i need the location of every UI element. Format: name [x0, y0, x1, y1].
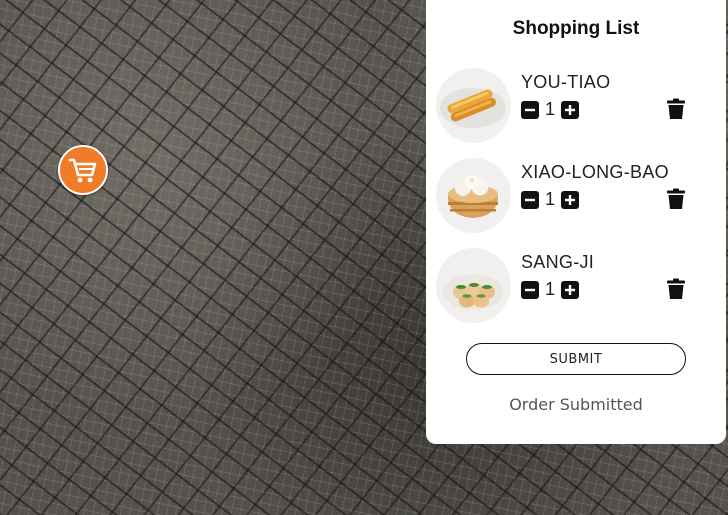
quantity-value: 1	[544, 99, 555, 119]
trash-icon[interactable]	[666, 278, 686, 300]
trash-icon[interactable]	[666, 188, 686, 210]
trash-icon[interactable]	[666, 98, 686, 120]
item-name: SANG-JI	[521, 252, 595, 272]
quantity-stepper: 1	[521, 99, 579, 120]
cart-button[interactable]	[58, 145, 108, 195]
submit-button[interactable]: SUBMIT	[466, 343, 686, 375]
minus-icon[interactable]	[521, 280, 539, 299]
sangji-image	[436, 248, 511, 323]
list-item: XIAO-LONG-BAO 1	[436, 158, 721, 238]
quantity-value: 1	[544, 189, 555, 209]
plus-icon[interactable]	[561, 100, 579, 119]
plus-icon[interactable]	[561, 190, 579, 209]
list-item: SANG-JI 1	[436, 248, 721, 328]
plus-icon[interactable]	[561, 280, 579, 299]
quantity-value: 1	[544, 279, 555, 299]
minus-icon[interactable]	[521, 100, 539, 119]
shopping-cart-icon	[68, 158, 97, 183]
xiaolongbao-image	[436, 158, 511, 233]
item-name: XIAO-LONG-BAO	[521, 162, 669, 182]
youtiao-image	[436, 68, 511, 143]
quantity-stepper: 1	[521, 189, 579, 210]
panel-title: Shopping List	[512, 18, 640, 39]
item-name: YOU-TIAO	[521, 72, 611, 92]
list-item: YOU-TIAO 1	[436, 68, 721, 148]
shopping-list-panel: Shopping List YOU-TIAO 1 XIAO-LONG-BAO 1…	[426, 0, 726, 444]
order-status: Order Submitted	[509, 395, 643, 414]
quantity-stepper: 1	[521, 279, 579, 300]
minus-icon[interactable]	[521, 190, 539, 209]
